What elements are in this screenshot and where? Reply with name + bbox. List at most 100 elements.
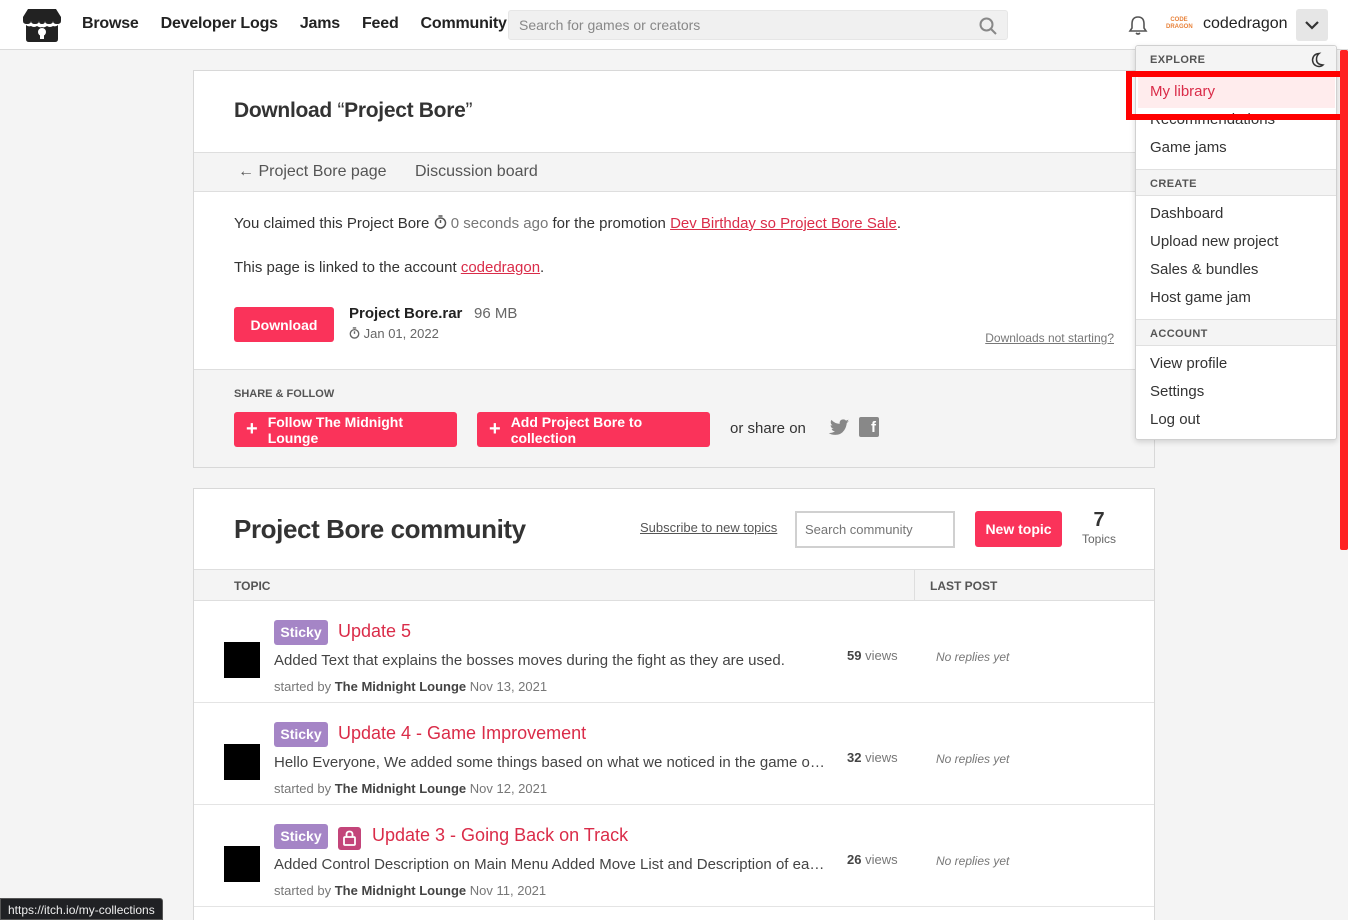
author-link[interactable]: The Midnight Lounge	[335, 781, 466, 796]
col-last-post: LAST POST	[930, 579, 998, 593]
menu-item-log-out[interactable]: Log out	[1150, 411, 1200, 428]
menu-item-host-game-jam[interactable]: Host game jam	[1150, 289, 1251, 306]
topic-views: 32 views	[847, 750, 898, 765]
page-title: Download “Project Bore”	[234, 99, 472, 123]
top-header: Browse Developer Logs Jams Feed Communit…	[0, 0, 1348, 50]
sticky-badge: Sticky	[274, 620, 328, 645]
menu-section-create: CREATE	[1136, 169, 1336, 196]
facebook-icon[interactable]: f	[859, 417, 879, 437]
menu-item-dashboard[interactable]: Dashboard	[1150, 205, 1223, 222]
claim-time: 0 seconds ago	[450, 215, 549, 232]
sticky-badge: Sticky	[274, 722, 328, 747]
menu-item-upload-new-project[interactable]: Upload new project	[1150, 233, 1278, 250]
share-heading: SHARE & FOLLOW	[234, 388, 335, 400]
search-icon[interactable]	[979, 17, 997, 35]
topic-date: Nov 13, 2021	[469, 679, 548, 694]
username[interactable]: codedragon	[1203, 15, 1288, 33]
topic-excerpt: Added Text that explains the bosses move…	[274, 652, 785, 669]
menu-item-sales-bundles[interactable]: Sales & bundles	[1150, 261, 1258, 278]
topic-title-link[interactable]: Update 5	[338, 621, 411, 642]
col-divider	[914, 570, 915, 600]
menu-section-label: ACCOUNT	[1150, 328, 1208, 340]
menu-item-view-profile[interactable]: View profile	[1150, 355, 1227, 372]
user-menu-toggle[interactable]	[1296, 9, 1328, 41]
stopwatch-icon	[434, 215, 446, 229]
nav-developer-logs[interactable]: Developer Logs	[161, 15, 278, 33]
linked-text: This page is linked to the account	[234, 259, 457, 276]
downloads-not-starting-link[interactable]: Downloads not starting?	[985, 331, 1114, 345]
share-on-label: or share on	[730, 420, 806, 437]
avatar	[224, 846, 260, 882]
views-count: 59	[847, 648, 862, 663]
views-count: 32	[847, 750, 862, 765]
topic-views: 26 views	[847, 852, 898, 867]
community-search	[795, 511, 955, 548]
topic-author-line: started by The Midnight Lounge Nov 11, 2…	[274, 883, 546, 898]
views-count: 26	[847, 852, 862, 867]
nav-feed[interactable]: Feed	[362, 15, 399, 33]
subscribe-link[interactable]: Subscribe to new topics	[640, 520, 777, 535]
last-post: No replies yet	[936, 854, 1010, 868]
author-link[interactable]: The Midnight Lounge	[335, 679, 466, 694]
plus-icon: +	[246, 418, 258, 440]
share-follow-section: SHARE & FOLLOW + Follow The Midnight Loun…	[194, 369, 1154, 467]
tab-project-page[interactable]: ← Project Bore page	[238, 163, 387, 181]
topics-count-number: 7	[1093, 509, 1105, 531]
add-to-collection-button[interactable]: + Add Project Bore to collection	[477, 412, 710, 447]
download-panel: Download “Project Bore” ← Project Bore p…	[193, 70, 1155, 468]
collection-label: Add Project Bore to collection	[510, 413, 643, 446]
lock-icon	[338, 827, 361, 850]
search-input[interactable]	[509, 11, 969, 39]
nav-community[interactable]: Community	[421, 15, 507, 33]
twitter-icon[interactable]	[828, 418, 850, 438]
itchio-logo-icon[interactable]	[22, 7, 62, 43]
claim-mid-text: for the promotion	[552, 215, 666, 232]
views-label: views	[865, 852, 898, 867]
last-post: No replies yet	[936, 752, 1010, 766]
topics-count-label: Topics	[1081, 532, 1116, 546]
new-topic-button[interactable]: New topic	[975, 511, 1062, 547]
follow-button[interactable]: + Follow The Midnight Lounge	[234, 412, 457, 447]
file-size: 96 MB	[474, 305, 518, 322]
author-link[interactable]: The Midnight Lounge	[335, 883, 466, 898]
community-search-input[interactable]	[797, 513, 953, 546]
title-game-name: Project Bore	[344, 99, 466, 122]
title-quote-close: ”	[465, 99, 473, 122]
community-panel: Project Bore community Subscribe to new …	[193, 488, 1155, 920]
topic-title-link[interactable]: Update 3 - Going Back on Track	[372, 825, 628, 846]
scrollbar[interactable]	[1340, 50, 1348, 550]
topics-count: 7 Topics	[1081, 509, 1117, 546]
plus-icon: +	[489, 418, 501, 440]
community-title: Project Bore community	[234, 514, 526, 544]
col-topic: TOPIC	[234, 579, 271, 593]
avatar[interactable]: CODE DRAGON	[1166, 12, 1193, 38]
nav-browse[interactable]: Browse	[82, 15, 139, 33]
topic-title-link[interactable]: Update 4 - Game Improvement	[338, 723, 586, 744]
claim-text: You claimed this Project Bore	[234, 215, 430, 232]
nav-jams[interactable]: Jams	[300, 15, 340, 33]
topic-date: Nov 12, 2021	[469, 781, 548, 796]
started-by-label: started by	[274, 781, 332, 796]
linked-account-link[interactable]: codedragon	[461, 259, 540, 276]
highlight-box	[1126, 71, 1347, 120]
topic-views: 59 views	[847, 648, 898, 663]
avatar	[224, 642, 260, 678]
promotion-link[interactable]: Dev Birthday so Project Bore Sale	[670, 215, 897, 232]
claim-message: You claimed this Project Bore 0 seconds …	[234, 215, 902, 232]
topics-table-header: TOPIC LAST POST	[194, 569, 1154, 601]
started-by-label: started by	[274, 883, 332, 898]
tab-discussion-board[interactable]: Discussion board	[415, 163, 538, 181]
bell-icon[interactable]	[1127, 14, 1149, 36]
site-search	[508, 10, 1008, 40]
menu-item-game-jams[interactable]: Game jams	[1150, 139, 1227, 156]
views-label: views	[865, 750, 898, 765]
page-tabs: ← Project Bore page Discussion board	[194, 152, 1154, 192]
file-name: Project Bore.rar	[349, 305, 463, 322]
download-button[interactable]: Download	[234, 307, 334, 342]
table-row: Sticky Update 3 - Going Back on Track Ad…	[194, 805, 1154, 907]
topic-date: Nov 11, 2021	[469, 883, 547, 898]
menu-item-settings[interactable]: Settings	[1150, 383, 1204, 400]
moon-icon[interactable]	[1310, 52, 1326, 68]
chevron-down-icon	[1305, 21, 1319, 30]
menu-section-label: CREATE	[1150, 178, 1197, 190]
